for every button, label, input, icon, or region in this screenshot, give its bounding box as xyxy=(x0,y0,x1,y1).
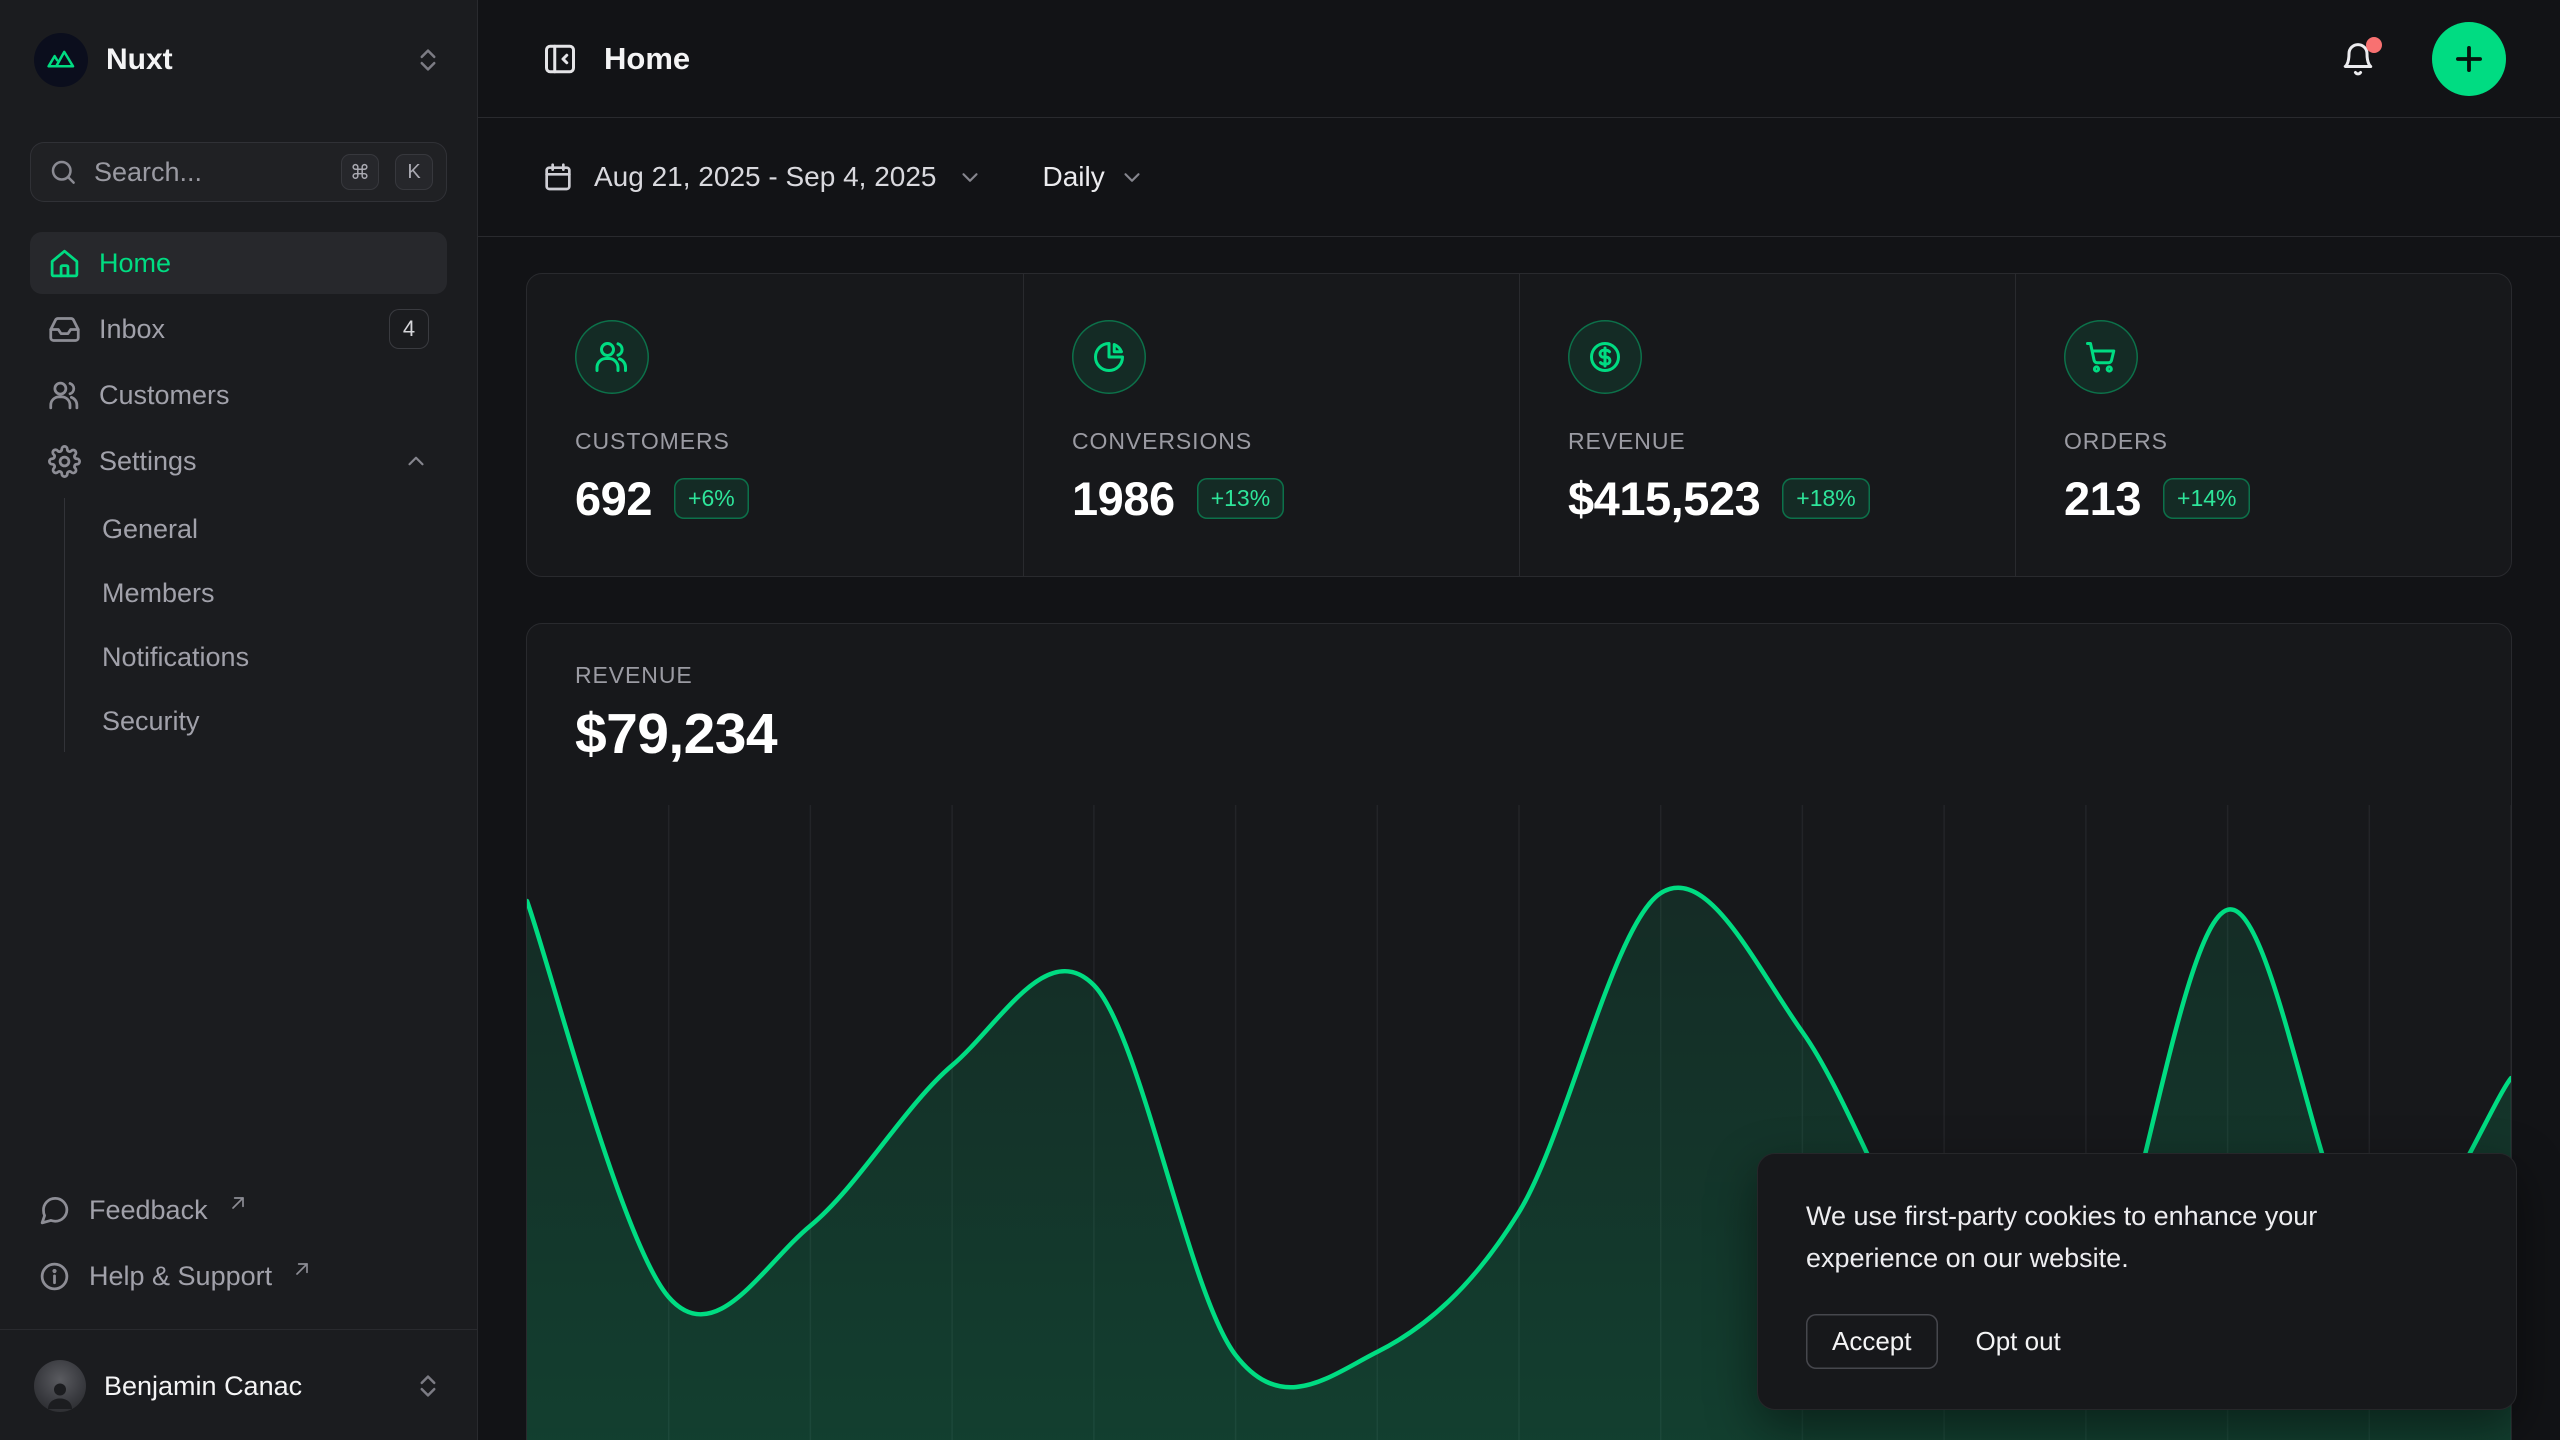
sidebar-item-inbox[interactable]: Inbox 4 xyxy=(30,298,447,360)
kbd-meta: ⌘ xyxy=(341,154,379,190)
notifications-button[interactable] xyxy=(2340,41,2376,77)
workspace-switcher[interactable]: Nuxt xyxy=(30,24,447,96)
collapse-sidebar-icon[interactable] xyxy=(542,41,578,77)
filter-toolbar: Aug 21, 2025 - Sep 4, 2025 Daily xyxy=(478,118,2560,237)
stat-value: 1986 xyxy=(1072,471,1175,526)
shopping-cart-icon xyxy=(2064,320,2138,394)
date-range-value: Aug 21, 2025 - Sep 4, 2025 xyxy=(594,161,937,193)
stat-label: ORDERS xyxy=(2064,428,2463,455)
chevron-down-icon xyxy=(957,164,983,190)
optout-cookies-button[interactable]: Opt out xyxy=(1976,1326,2061,1357)
users-icon xyxy=(48,379,81,412)
stats-row: CUSTOMERS 692 +6% CONVERSIONS 1986 +13% xyxy=(526,273,2512,577)
users-icon xyxy=(575,320,649,394)
help-support-link[interactable]: Help & Support xyxy=(30,1245,447,1307)
stat-card-conversions[interactable]: CONVERSIONS 1986 +13% xyxy=(1023,274,1519,576)
user-name: Benjamin Canac xyxy=(104,1371,395,1402)
help-support-label: Help & Support xyxy=(89,1261,272,1292)
stat-delta-badge: +18% xyxy=(1782,478,1869,519)
granularity-value: Daily xyxy=(1043,161,1105,193)
sidebar: Nuxt Search... ⌘ K Home Inbox 4 xyxy=(0,0,478,1440)
chevrons-up-down-icon xyxy=(413,1371,443,1401)
sidebar-nav: Home Inbox 4 Customers Settings Ge xyxy=(30,232,447,754)
sidebar-item-general[interactable]: General xyxy=(65,498,447,560)
notification-dot xyxy=(2366,37,2382,53)
sub-item-label: Notifications xyxy=(102,642,249,673)
sub-item-label: General xyxy=(102,514,198,545)
sidebar-item-label: Home xyxy=(99,248,429,279)
sidebar-item-members[interactable]: Members xyxy=(65,562,447,624)
stat-value: $415,523 xyxy=(1568,471,1760,526)
chevron-down-icon xyxy=(1119,164,1145,190)
sidebar-item-notifications[interactable]: Notifications xyxy=(65,626,447,688)
stat-card-customers[interactable]: CUSTOMERS 692 +6% xyxy=(527,274,1023,576)
accept-cookies-button[interactable]: Accept xyxy=(1806,1314,1938,1369)
avatar xyxy=(34,1360,86,1412)
sidebar-item-customers[interactable]: Customers xyxy=(30,364,447,426)
stat-card-revenue[interactable]: REVENUE $415,523 +18% xyxy=(1519,274,2015,576)
revenue-chart-value: $79,234 xyxy=(575,701,2463,767)
stat-label: CUSTOMERS xyxy=(575,428,975,455)
granularity-select[interactable]: Daily xyxy=(1043,161,1145,193)
divider xyxy=(0,1329,477,1330)
feedback-link[interactable]: Feedback xyxy=(30,1179,447,1241)
date-range-picker[interactable]: Aug 21, 2025 - Sep 4, 2025 xyxy=(542,161,983,193)
stat-delta-badge: +13% xyxy=(1197,478,1284,519)
stat-label: REVENUE xyxy=(1568,428,1967,455)
page-header: Home xyxy=(478,0,2560,118)
workspace-name: Nuxt xyxy=(106,43,395,77)
cookie-message: We use first-party cookies to enhance yo… xyxy=(1806,1196,2446,1280)
sub-item-label: Security xyxy=(102,706,200,737)
sidebar-item-home[interactable]: Home xyxy=(30,232,447,294)
feedback-label: Feedback xyxy=(89,1195,208,1226)
sidebar-item-label: Customers xyxy=(99,380,429,411)
arrow-up-right-icon xyxy=(292,1259,312,1279)
gear-icon xyxy=(48,445,81,478)
nuxt-logo-icon xyxy=(34,33,88,87)
plus-icon xyxy=(2450,40,2488,78)
main-area: Home Aug 21, 2025 - Sep 4, 2025 Daily xyxy=(478,0,2560,1440)
stat-label: CONVERSIONS xyxy=(1072,428,1471,455)
pie-chart-icon xyxy=(1072,320,1146,394)
stat-delta-badge: +6% xyxy=(674,478,749,519)
sidebar-item-label: Inbox xyxy=(99,314,371,345)
chevron-up-icon xyxy=(403,448,429,474)
stat-value: 213 xyxy=(2064,471,2141,526)
search-input[interactable]: Search... ⌘ K xyxy=(30,142,447,202)
message-bubble-icon xyxy=(38,1194,71,1227)
stat-card-orders[interactable]: ORDERS 213 +14% xyxy=(2015,274,2511,576)
search-icon xyxy=(48,157,78,187)
page-title: Home xyxy=(604,41,2314,77)
revenue-chart-label: REVENUE xyxy=(575,662,2463,689)
info-circle-icon xyxy=(38,1260,71,1293)
dollar-circle-icon xyxy=(1568,320,1642,394)
sub-item-label: Members xyxy=(102,578,215,609)
arrow-up-right-icon xyxy=(228,1193,248,1213)
sidebar-item-security[interactable]: Security xyxy=(65,690,447,752)
sidebar-footer: Feedback Help & Support Benjamin Canac xyxy=(30,1179,447,1414)
stat-delta-badge: +14% xyxy=(2163,478,2250,519)
add-button[interactable] xyxy=(2432,22,2506,96)
user-menu[interactable]: Benjamin Canac xyxy=(30,1334,447,1414)
chevrons-up-down-icon xyxy=(413,45,443,75)
search-placeholder: Search... xyxy=(94,157,325,188)
cookie-banner: We use first-party cookies to enhance yo… xyxy=(1757,1153,2517,1410)
inbox-icon xyxy=(48,313,81,346)
kbd-k: K xyxy=(395,154,433,190)
sidebar-item-settings[interactable]: Settings xyxy=(30,430,447,492)
settings-subnav: General Members Notifications Security xyxy=(64,498,447,752)
calendar-icon xyxy=(542,161,574,193)
sidebar-item-label: Settings xyxy=(99,446,385,477)
stat-value: 692 xyxy=(575,471,652,526)
inbox-count-badge: 4 xyxy=(389,309,429,349)
home-icon xyxy=(48,247,81,280)
